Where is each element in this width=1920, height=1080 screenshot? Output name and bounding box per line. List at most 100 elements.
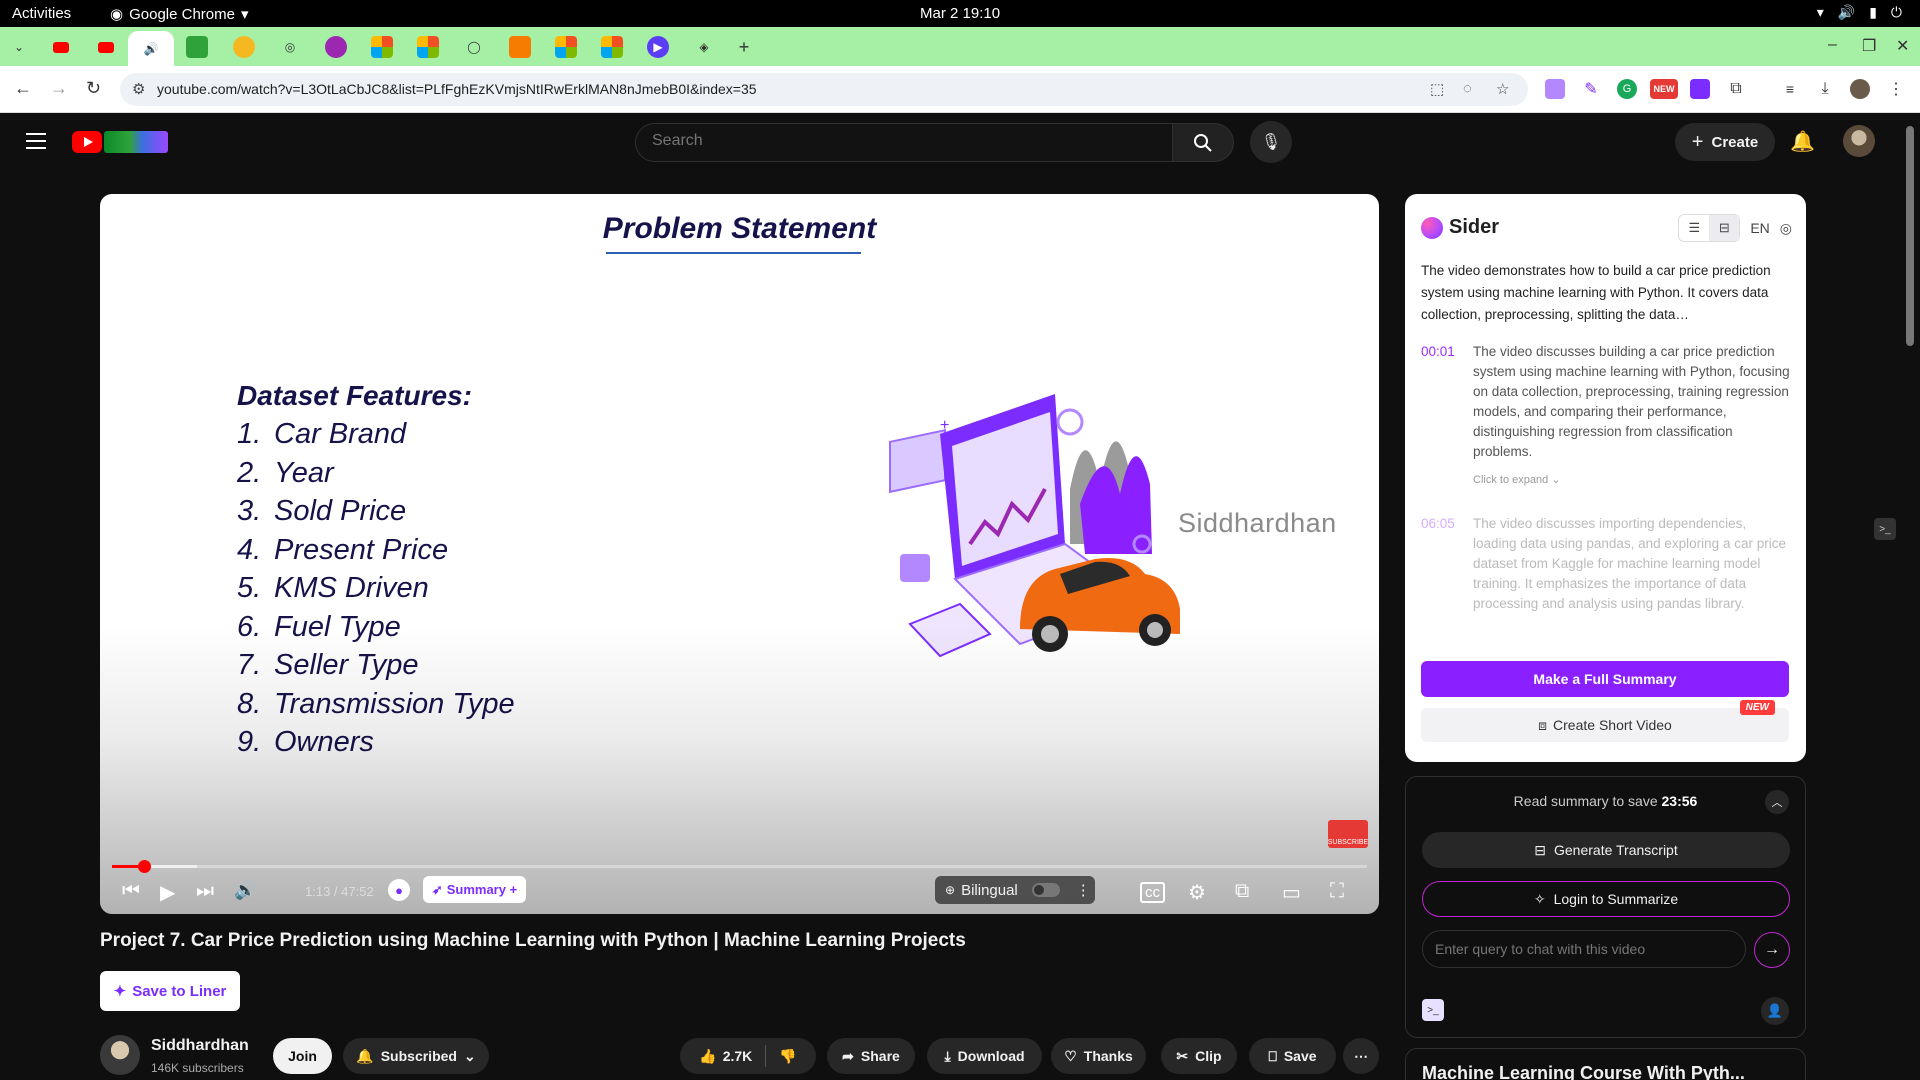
transcript-view-icon[interactable]: ⊟ xyxy=(1709,215,1740,241)
subscribed-button[interactable]: 🔔 Subscribed ⌄ xyxy=(343,1038,489,1074)
theater-mode-icon[interactable]: ▭ xyxy=(1282,880,1301,905)
search-input[interactable] xyxy=(652,132,1152,150)
make-full-summary-button[interactable]: Make a Full Summary xyxy=(1421,661,1789,697)
fullscreen-icon[interactable]: ⛶ xyxy=(1330,880,1344,903)
download-button[interactable]: ⤓ Download xyxy=(927,1038,1042,1074)
clock[interactable]: Mar 2 19:10 xyxy=(920,5,1000,22)
tab-3[interactable] xyxy=(186,36,208,58)
back-button[interactable]: ← xyxy=(14,78,32,99)
tab-play[interactable]: ▶ xyxy=(647,36,669,58)
tab-8[interactable] xyxy=(509,36,531,58)
notifications-bell-icon[interactable]: 🔔 xyxy=(1790,129,1815,154)
chrome-menu-icon[interactable]: ⋮ xyxy=(1886,79,1906,99)
tab-microsoft-3[interactable] xyxy=(555,36,577,58)
youtube-doodle[interactable] xyxy=(104,131,168,153)
tab-4[interactable] xyxy=(233,36,255,58)
activities-button[interactable]: Activities xyxy=(12,5,71,22)
channel-avatar[interactable] xyxy=(100,1035,140,1075)
tab-youtube-2[interactable] xyxy=(95,36,117,58)
tab-6[interactable] xyxy=(325,36,347,58)
floating-sider-icon[interactable]: >_ xyxy=(1874,518,1896,540)
search-button[interactable] xyxy=(1172,123,1234,162)
bilingual-toggle[interactable]: ⊕ Bilingual ⋮ xyxy=(935,876,1095,904)
send-arrow-button[interactable]: → xyxy=(1754,932,1790,968)
previous-video-icon[interactable]: ⏮ xyxy=(122,880,140,903)
save-to-liner-button[interactable]: ✦ Save to Liner xyxy=(100,971,240,1011)
youtube-logo[interactable] xyxy=(72,131,102,153)
minimize-button[interactable]: – xyxy=(1828,36,1837,54)
like-button[interactable]: 👍 2.7K xyxy=(699,1048,752,1065)
tab-microsoft-1[interactable] xyxy=(371,36,393,58)
login-to-summarize-button[interactable]: ✧ Login to Summarize xyxy=(1422,881,1790,917)
tab-youtube-1[interactable] xyxy=(50,36,72,58)
extension-1-icon[interactable] xyxy=(1545,79,1565,99)
address-bar[interactable]: ⚙ youtube.com/watch?v=L3OtLaCbJC8&list=P… xyxy=(120,73,1528,106)
subscribe-watermark-button[interactable]: SUBSCRIBE xyxy=(1328,820,1368,848)
play-icon[interactable]: ▶ xyxy=(160,880,175,905)
captions-icon[interactable]: cc xyxy=(1140,882,1165,903)
save-button[interactable]: ⎕ Save xyxy=(1249,1038,1336,1074)
forward-button[interactable]: → xyxy=(50,78,68,99)
sider-mini-logo-icon[interactable]: >_ xyxy=(1422,999,1444,1021)
collapse-chevron-up-icon[interactable]: ︿ xyxy=(1765,790,1789,814)
tab-5[interactable]: ◎ xyxy=(279,36,301,58)
video-player[interactable]: Problem Statement Dataset Features: 1. Ca… xyxy=(100,194,1379,914)
pen-icon[interactable]: ✎ xyxy=(1581,79,1601,99)
summary-button[interactable]: ➶ Summary + xyxy=(423,876,526,903)
extensions-puzzle-icon[interactable]: ⧉ xyxy=(1726,79,1746,99)
grammarly-icon[interactable]: G xyxy=(1617,79,1637,99)
chat-query-input[interactable] xyxy=(1435,941,1735,957)
app-menu[interactable]: ◉ Google Chrome ▾ xyxy=(110,5,249,24)
reload-button[interactable]: ↻ xyxy=(86,78,101,99)
language-selector[interactable]: EN xyxy=(1750,220,1769,236)
hamburger-menu-icon[interactable] xyxy=(26,133,46,154)
bilingual-switch[interactable] xyxy=(1031,883,1060,897)
progress-scrubber-handle[interactable] xyxy=(138,860,151,873)
volume-icon[interactable]: 🔊 xyxy=(234,880,256,901)
site-info-icon[interactable]: ⚙ xyxy=(132,80,145,98)
tab-microsoft-4[interactable] xyxy=(601,36,623,58)
settings-gear-icon[interactable]: ⚙ xyxy=(1188,880,1206,905)
more-actions-button[interactable]: ⋯ xyxy=(1343,1038,1379,1074)
tab-github[interactable]: ◯ xyxy=(463,36,485,58)
new-badge-extension[interactable]: NEW xyxy=(1650,79,1678,99)
download-icon[interactable]: ⤓ xyxy=(1815,79,1835,99)
location-pin-icon[interactable]: ● xyxy=(388,879,410,901)
chapter-timestamp[interactable]: 00:01 xyxy=(1421,342,1455,362)
url-text[interactable]: youtube.com/watch?v=L3OtLaCbJC8&list=PLf… xyxy=(157,81,757,97)
eye-off-icon[interactable]: ◌ xyxy=(1463,80,1472,97)
click-to-expand-link[interactable]: Click to expand ⌄ xyxy=(1473,470,1560,490)
progress-bar[interactable] xyxy=(112,860,1367,873)
channel-name[interactable]: Siddhardhan xyxy=(151,1037,249,1055)
chat-query-field[interactable] xyxy=(1422,930,1746,968)
profile-avatar[interactable] xyxy=(1850,79,1870,99)
miniplayer-icon[interactable]: ⧉ xyxy=(1235,880,1249,903)
tab-microsoft-2[interactable] xyxy=(417,36,439,58)
share-button[interactable]: ➦ Share xyxy=(827,1038,915,1074)
page-scrollbar[interactable] xyxy=(1906,126,1914,346)
create-short-video-button[interactable]: ⧈ Create Short Video NEW xyxy=(1421,700,1789,742)
maximize-button[interactable]: ❐ xyxy=(1862,36,1876,56)
playlist-panel-header[interactable]: Machine Learning Course With Pyth... xyxy=(1405,1048,1806,1080)
tab-diamond[interactable]: ◈ xyxy=(693,36,715,58)
media-control-icon[interactable]: ≡ xyxy=(1780,79,1800,99)
tab-active-youtube[interactable]: 🔊 xyxy=(128,31,174,66)
close-window-button[interactable]: ✕ xyxy=(1896,36,1909,56)
tab-search-icon[interactable]: ⌄ xyxy=(8,36,30,58)
new-tab-button[interactable]: + xyxy=(733,36,755,58)
chapter-timestamp[interactable]: 06:05 xyxy=(1421,514,1455,534)
system-tray[interactable]: ▾ 🔊 ▮ ⏻ xyxy=(1817,4,1902,21)
generate-transcript-button[interactable]: ⊟ Generate Transcript xyxy=(1422,832,1790,868)
person-icon[interactable]: 👤 xyxy=(1761,997,1789,1025)
search-box[interactable] xyxy=(635,123,1173,162)
thumbs-down-icon[interactable]: 👎 xyxy=(779,1048,796,1065)
sider-extension-icon[interactable] xyxy=(1690,79,1710,99)
install-app-icon[interactable]: ⬚ xyxy=(1430,80,1444,98)
list-view-icon[interactable]: ☰ xyxy=(1679,215,1709,241)
voice-search-button[interactable]: 🎙 xyxy=(1250,121,1292,163)
create-button[interactable]: + Create xyxy=(1675,123,1775,161)
settings-icon[interactable]: ◎ xyxy=(1780,220,1792,237)
account-avatar[interactable] xyxy=(1843,125,1875,157)
join-button[interactable]: Join xyxy=(273,1038,332,1074)
clip-button[interactable]: ✂ Clip xyxy=(1161,1038,1237,1074)
